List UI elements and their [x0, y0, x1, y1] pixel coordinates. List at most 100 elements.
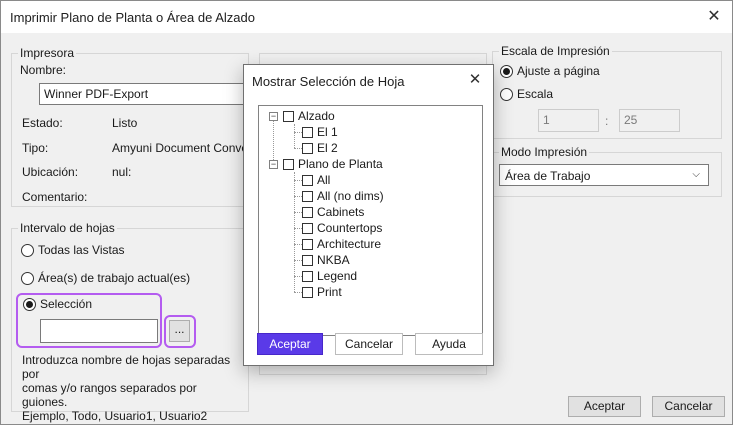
radio-scale[interactable]: Escala — [500, 87, 553, 101]
printer-type-label: Tipo: — [22, 141, 49, 155]
tree-item-label: NKBA — [317, 253, 350, 267]
checkbox-icon[interactable] — [302, 238, 313, 250]
tree-item-label: Architecture — [317, 237, 382, 251]
tree-item[interactable]: Print — [302, 285, 342, 299]
tree-line — [294, 228, 302, 229]
radio-selection-icon — [23, 297, 36, 311]
radio-scale-icon — [500, 87, 513, 101]
mode-legend: Modo Impresión — [499, 145, 590, 159]
radio-fit-page[interactable]: Ajuste a página — [500, 64, 600, 78]
tree-item-label: All — [317, 173, 331, 187]
tree-item-label: All (no dims) — [317, 189, 384, 203]
checkbox-icon[interactable] — [302, 222, 313, 234]
tree-item-label: El 1 — [317, 125, 338, 139]
checkbox-icon[interactable] — [302, 206, 313, 218]
tree-line — [294, 172, 295, 292]
tree-item[interactable]: All (no dims) — [302, 189, 384, 203]
tree-line — [273, 116, 274, 164]
scale-separator: : — [605, 114, 609, 128]
tree-line — [294, 260, 302, 261]
mode-selected-value: Área de Trabajo — [505, 169, 591, 183]
printer-name-field[interactable]: Winner PDF-Export — [39, 83, 245, 105]
modal-accept-button[interactable]: Aceptar — [257, 333, 323, 355]
tree-item[interactable]: Architecture — [302, 237, 381, 251]
browse-button[interactable]: ... — [169, 320, 190, 342]
modal-cancel-button[interactable]: Cancelar — [335, 333, 403, 355]
tree-item-label: Cabinets — [317, 205, 365, 219]
title-bar: Imprimir Plano de Planta o Área de Alzad… — [1, 1, 732, 33]
checkbox-icon[interactable] — [302, 126, 313, 138]
tree-item[interactable]: El 2 — [302, 141, 338, 155]
collapse-icon[interactable]: − — [269, 112, 278, 121]
mode-select[interactable]: Área de Trabajo ⌵ — [499, 164, 709, 186]
radio-fit-page-icon — [500, 64, 513, 78]
printer-location-label: Ubicación: — [22, 165, 79, 179]
radio-fit-page-label: Ajuste a página — [517, 64, 600, 78]
print-dialog: Imprimir Plano de Planta o Área de Alzad… — [0, 0, 733, 425]
radio-all-views[interactable]: Todas las Vistas — [21, 243, 125, 257]
range-legend: Intervalo de hojas — [18, 221, 117, 235]
checkbox-icon[interactable] — [302, 270, 313, 282]
range-note-line-2: comas y/o rangos separados por guiones. — [22, 381, 197, 409]
tree-item[interactable]: Legend — [302, 269, 357, 283]
tree-item[interactable]: Cabinets — [302, 205, 364, 219]
checkbox-icon[interactable] — [302, 190, 313, 202]
tree-item[interactable]: El 1 — [302, 125, 338, 139]
tree-item-label: El 2 — [317, 141, 338, 155]
tree-item-label: Countertops — [317, 221, 383, 235]
printer-type-value: Amyuni Document Converter — [112, 141, 244, 155]
modal-close-icon[interactable]: ✕ — [465, 70, 485, 90]
radio-selection[interactable]: Selección — [23, 297, 92, 311]
tree-line — [294, 148, 302, 149]
tree-line — [294, 124, 295, 148]
modal-help-button[interactable]: Ayuda — [415, 333, 483, 355]
sheet-tree: − Alzado El 1 El 2 − Plano de Planta All… — [258, 105, 483, 336]
checkbox-icon[interactable] — [302, 254, 313, 266]
radio-current-areas-label: Área(s) de trabajo actual(es) — [38, 271, 191, 285]
checkbox-icon[interactable] — [302, 174, 313, 186]
range-note: Introduzca nombre de hojas separadas por… — [22, 353, 244, 423]
radio-current-areas[interactable]: Área(s) de trabajo actual(es) — [21, 271, 190, 285]
radio-all-views-icon — [21, 243, 34, 257]
tree-group-plano-de-planta[interactable]: Plano de Planta — [283, 157, 383, 171]
tree-line — [294, 292, 302, 293]
tree-group-label: Plano de Planta — [298, 157, 383, 171]
tree-item[interactable]: NKBA — [302, 253, 350, 267]
printer-state-label: Estado: — [22, 116, 63, 130]
tree-line — [294, 196, 302, 197]
tree-item-label: Legend — [317, 269, 358, 283]
tree-item[interactable]: All — [302, 173, 330, 187]
radio-scale-label: Escala — [517, 87, 554, 101]
checkbox-icon[interactable] — [283, 110, 294, 122]
collapse-icon[interactable]: − — [269, 160, 278, 169]
tree-group-label: Alzado — [298, 109, 335, 123]
printer-comment-label: Comentario: — [22, 190, 88, 204]
tree-line — [294, 212, 302, 213]
window-title: Imprimir Plano de Planta o Área de Alzad… — [10, 10, 255, 25]
accept-button[interactable]: Aceptar — [568, 396, 641, 417]
scale-value-1-field[interactable]: 1 — [538, 109, 599, 132]
tree-item-label: Print — [317, 285, 342, 299]
tree-line — [294, 180, 302, 181]
range-note-line-1: Introduzca nombre de hojas separadas por — [22, 353, 231, 381]
scale-legend: Escala de Impresión — [499, 44, 612, 58]
tree-item[interactable]: Countertops — [302, 221, 382, 235]
tree-line — [294, 276, 302, 277]
radio-current-areas-icon — [21, 271, 34, 285]
close-icon[interactable]: ✕ — [704, 7, 724, 27]
tree-line — [294, 132, 302, 133]
printer-name-label: Nombre: — [20, 63, 67, 77]
printer-legend: Impresora — [18, 46, 77, 60]
tree-line — [294, 244, 302, 245]
sheet-selection-modal: Mostrar Selección de Hoja ✕ − Alzado El … — [243, 64, 494, 366]
selection-input[interactable] — [40, 319, 158, 343]
checkbox-icon[interactable] — [302, 286, 313, 298]
checkbox-icon[interactable] — [283, 158, 294, 170]
checkbox-icon[interactable] — [302, 142, 313, 154]
radio-all-views-label: Todas las Vistas — [38, 243, 125, 257]
range-note-line-3: Ejemplo, Todo, Usuario1, Usuario2 — [22, 409, 208, 423]
cancel-button[interactable]: Cancelar — [652, 396, 725, 417]
printer-location-value: nul: — [112, 165, 132, 179]
scale-value-2-field[interactable]: 25 — [619, 109, 680, 132]
tree-group-alzado[interactable]: Alzado — [283, 109, 335, 123]
